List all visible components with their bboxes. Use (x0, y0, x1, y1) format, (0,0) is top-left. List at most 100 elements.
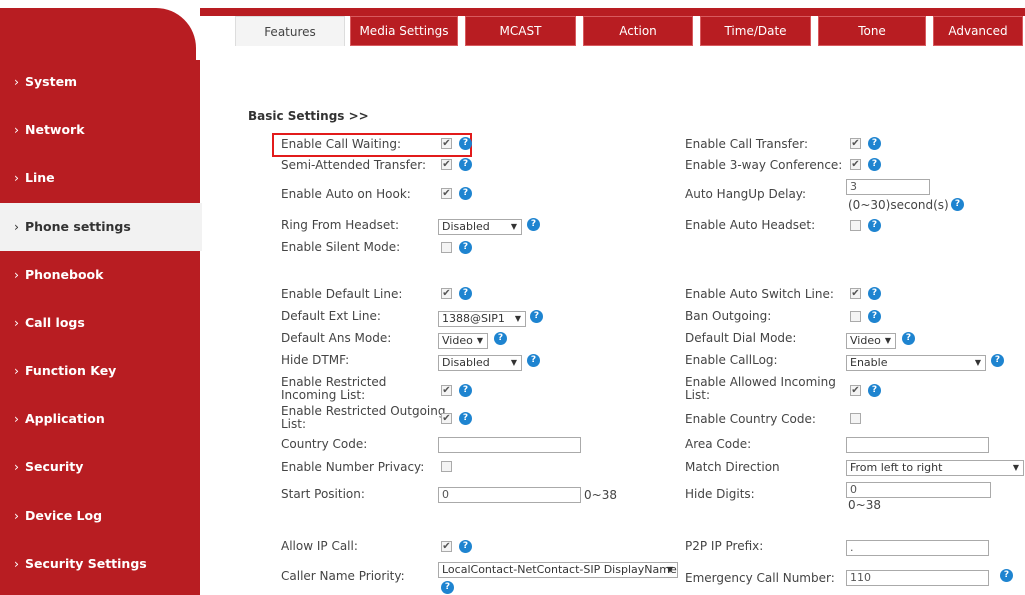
sidebar-item-system[interactable]: › System (0, 58, 200, 106)
tab-tone[interactable]: Tone (816, 16, 928, 46)
sidebar-item-line[interactable]: › Line (0, 154, 200, 202)
checkbox-enable-call-transfer[interactable]: ✔ (850, 138, 861, 149)
input-country-code[interactable] (438, 437, 581, 453)
sidebar-item-application[interactable]: › Application (0, 395, 200, 443)
checkbox-enable-auto-headset[interactable] (850, 220, 861, 231)
tab-action[interactable]: Action (581, 16, 695, 46)
caret-down-icon: ▼ (1012, 463, 1019, 472)
select-enable-calllog[interactable]: Enable ▼ (846, 355, 986, 371)
select-value: Enable (850, 356, 888, 369)
tab-media-settings[interactable]: Media Settings (348, 16, 460, 46)
help-icon[interactable]: ? (459, 158, 472, 171)
help-icon[interactable]: ? (459, 384, 472, 397)
sidebar-item-call-logs[interactable]: › Call logs (0, 299, 200, 347)
tab-advanced[interactable]: Advanced (931, 16, 1025, 46)
input-p2p-ip-prefix[interactable]: . (846, 540, 989, 556)
input-hide-digits[interactable]: 0 (846, 482, 991, 498)
help-icon[interactable]: ? (868, 287, 881, 300)
help-icon[interactable]: ? (868, 219, 881, 232)
sidebar-item-device-log[interactable]: › Device Log (0, 492, 200, 540)
label-line: Incoming List: (281, 388, 366, 402)
checkbox-enable-restricted-incoming[interactable]: ✔ (441, 385, 452, 396)
help-icon[interactable]: ? (459, 412, 472, 425)
help-icon[interactable]: ? (459, 287, 472, 300)
checkbox-ban-outgoing[interactable] (850, 311, 861, 322)
sidebar-item-security[interactable]: › Security (0, 443, 200, 491)
checkbox-enable-default-line[interactable]: ✔ (441, 288, 452, 299)
help-icon[interactable]: ? (868, 310, 881, 323)
label-enable-3way-conference: Enable 3-way Conference: (685, 158, 843, 172)
caret-down-icon: ▼ (884, 336, 891, 345)
sidebar-item-network[interactable]: › Network (0, 106, 200, 154)
auto-hangup-delay-range: (0~30)second(s) (848, 198, 949, 212)
sidebar-item-phone-settings[interactable]: › Phone settings (0, 203, 202, 251)
label-enable-auto-switch-line: Enable Auto Switch Line: (685, 287, 834, 301)
caret-down-icon: ▼ (476, 336, 483, 345)
help-icon[interactable]: ? (459, 187, 472, 200)
checkbox-enable-auto-switch-line[interactable]: ✔ (850, 288, 861, 299)
help-icon[interactable]: ? (991, 354, 1004, 367)
help-icon[interactable]: ? (1000, 569, 1013, 582)
help-icon[interactable]: ? (494, 332, 507, 345)
help-icon[interactable]: ? (459, 241, 472, 254)
tab-time-date[interactable]: Time/Date (698, 16, 813, 46)
input-start-position[interactable]: 0 (438, 487, 581, 503)
checkbox-enable-restricted-outgoing[interactable]: ✔ (441, 413, 452, 424)
help-icon[interactable]: ? (902, 332, 915, 345)
checkbox-enable-3way-conference[interactable]: ✔ (850, 159, 861, 170)
chevron-right-icon: › (14, 170, 19, 185)
help-icon[interactable]: ? (868, 158, 881, 171)
tab-bar-strip (200, 8, 1025, 16)
select-default-dial-mode[interactable]: Video ▼ (846, 333, 896, 349)
sidebar-item-label: Phone settings (25, 219, 131, 234)
checkbox-enable-number-privacy[interactable] (441, 461, 452, 472)
help-icon[interactable]: ? (459, 540, 472, 553)
input-auto-hangup-delay[interactable]: 3 (846, 179, 930, 195)
label-caller-name-priority: Caller Name Priority: (281, 569, 405, 583)
hide-digits-range: 0~38 (848, 498, 881, 512)
help-icon[interactable]: ? (527, 354, 540, 367)
select-match-direction[interactable]: From left to right ▼ (846, 460, 1024, 476)
checkbox-enable-allowed-incoming[interactable]: ✔ (850, 385, 861, 396)
help-icon[interactable]: ? (527, 218, 540, 231)
help-icon[interactable]: ? (530, 310, 543, 323)
checkbox-enable-country-code[interactable] (850, 413, 861, 424)
chevron-right-icon: › (14, 459, 19, 474)
checkbox-semi-attended-transfer[interactable]: ✔ (441, 159, 452, 170)
label-country-code: Country Code: (281, 437, 368, 451)
sidebar-item-function-key[interactable]: › Function Key (0, 347, 200, 395)
help-icon[interactable]: ? (868, 137, 881, 150)
select-hide-dtmf[interactable]: Disabled ▼ (438, 355, 522, 371)
sidebar-item-label: Device Log (25, 508, 103, 523)
select-caller-name-priority[interactable]: LocalContact-NetContact-SIP DisplayName ▼ (438, 562, 678, 578)
sidebar-item-phonebook[interactable]: › Phonebook (0, 251, 200, 299)
label-ban-outgoing: Ban Outgoing: (685, 309, 772, 323)
section-title: Basic Settings >> (248, 109, 369, 123)
input-emergency-call-number[interactable]: 110 (846, 570, 989, 586)
select-default-ans-mode[interactable]: Video ▼ (438, 333, 488, 349)
help-icon[interactable]: ? (868, 384, 881, 397)
help-icon[interactable]: ? (459, 137, 472, 150)
sidebar-item-label: Phonebook (25, 267, 104, 282)
input-area-code[interactable] (846, 437, 989, 453)
sidebar: › System › Network › Line › Phone settings ›… (0, 0, 202, 595)
label-enable-call-waiting: Enable Call Waiting: (281, 137, 401, 151)
select-ring-from-headset[interactable]: Disabled ▼ (438, 219, 522, 235)
checkbox-enable-auto-on-hook[interactable]: ✔ (441, 188, 452, 199)
tab-features[interactable]: Features (235, 16, 345, 46)
label-enable-number-privacy: Enable Number Privacy: (281, 460, 425, 474)
start-position-range: 0~38 (584, 488, 617, 502)
select-value: Disabled (442, 220, 490, 233)
checkbox-allow-ip-call[interactable]: ✔ (441, 541, 452, 552)
label-enable-call-transfer: Enable Call Transfer: (685, 137, 808, 151)
select-default-ext-line[interactable]: 1388@SIP1 ▼ (438, 311, 526, 327)
tab-mcast[interactable]: MCAST (463, 16, 578, 46)
sidebar-item-security-settings[interactable]: › Security Settings (0, 540, 200, 588)
help-icon[interactable]: ? (441, 581, 454, 594)
help-icon[interactable]: ? (951, 198, 964, 211)
checkbox-enable-call-waiting[interactable]: ✔ (441, 138, 452, 149)
label-ring-from-headset: Ring From Headset: (281, 218, 400, 232)
label-default-ext-line: Default Ext Line: (281, 309, 381, 323)
checkbox-enable-silent-mode[interactable] (441, 242, 452, 253)
label-enable-allowed-incoming: Enable Allowed Incoming List: (685, 376, 836, 402)
